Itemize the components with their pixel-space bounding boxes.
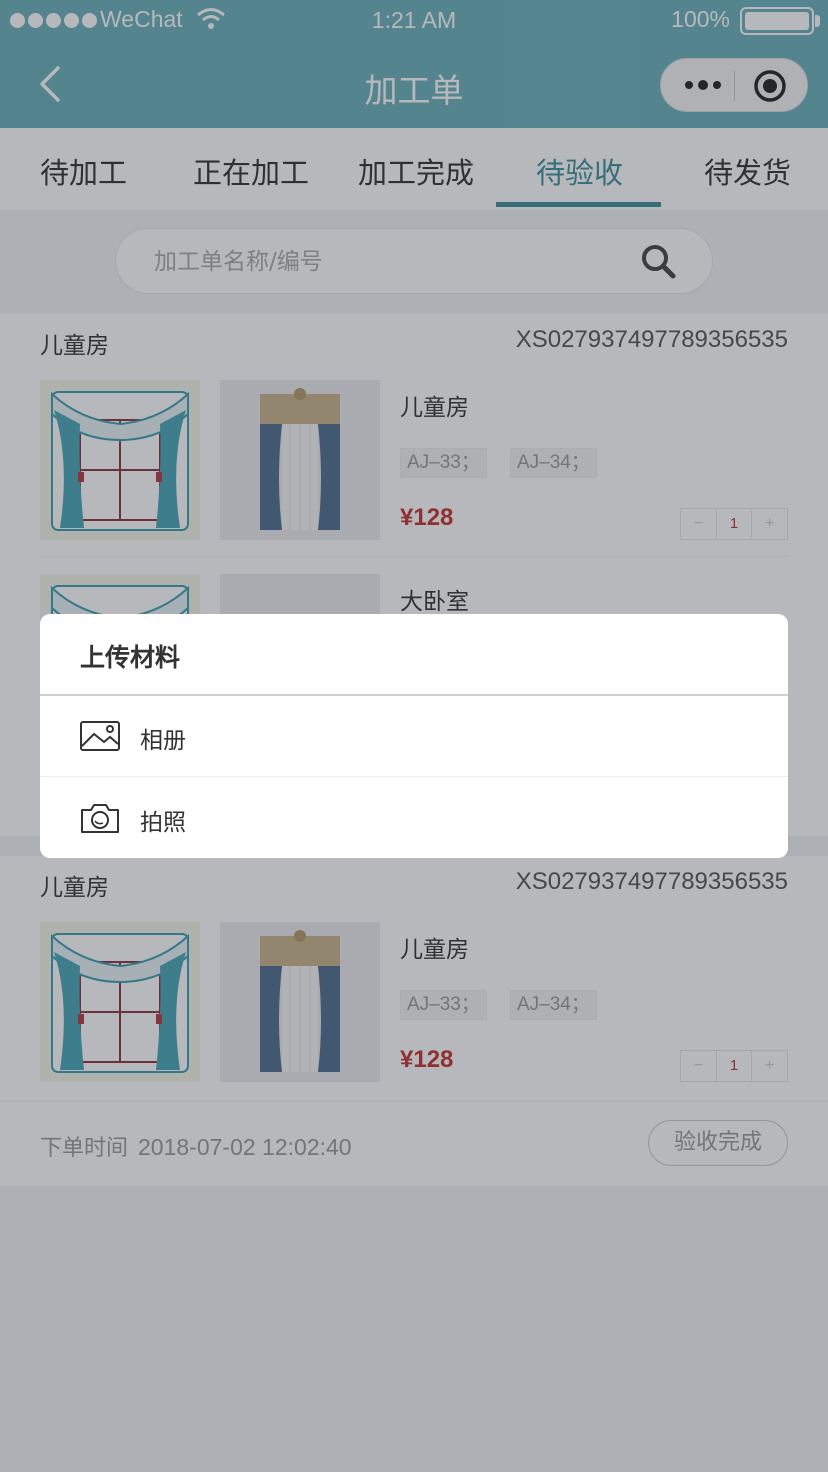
album-label: 相册 <box>140 728 186 754</box>
camera-icon <box>81 804 119 833</box>
album-option[interactable]: 相册 <box>40 696 788 776</box>
camera-option[interactable]: 拍照 <box>40 778 788 858</box>
option-divider <box>40 776 788 777</box>
upload-action-sheet: 上传材料 相册 拍照 <box>40 614 788 858</box>
camera-label: 拍照 <box>140 810 186 836</box>
action-sheet-title: 上传材料 <box>80 643 181 672</box>
image-icon <box>80 721 120 751</box>
